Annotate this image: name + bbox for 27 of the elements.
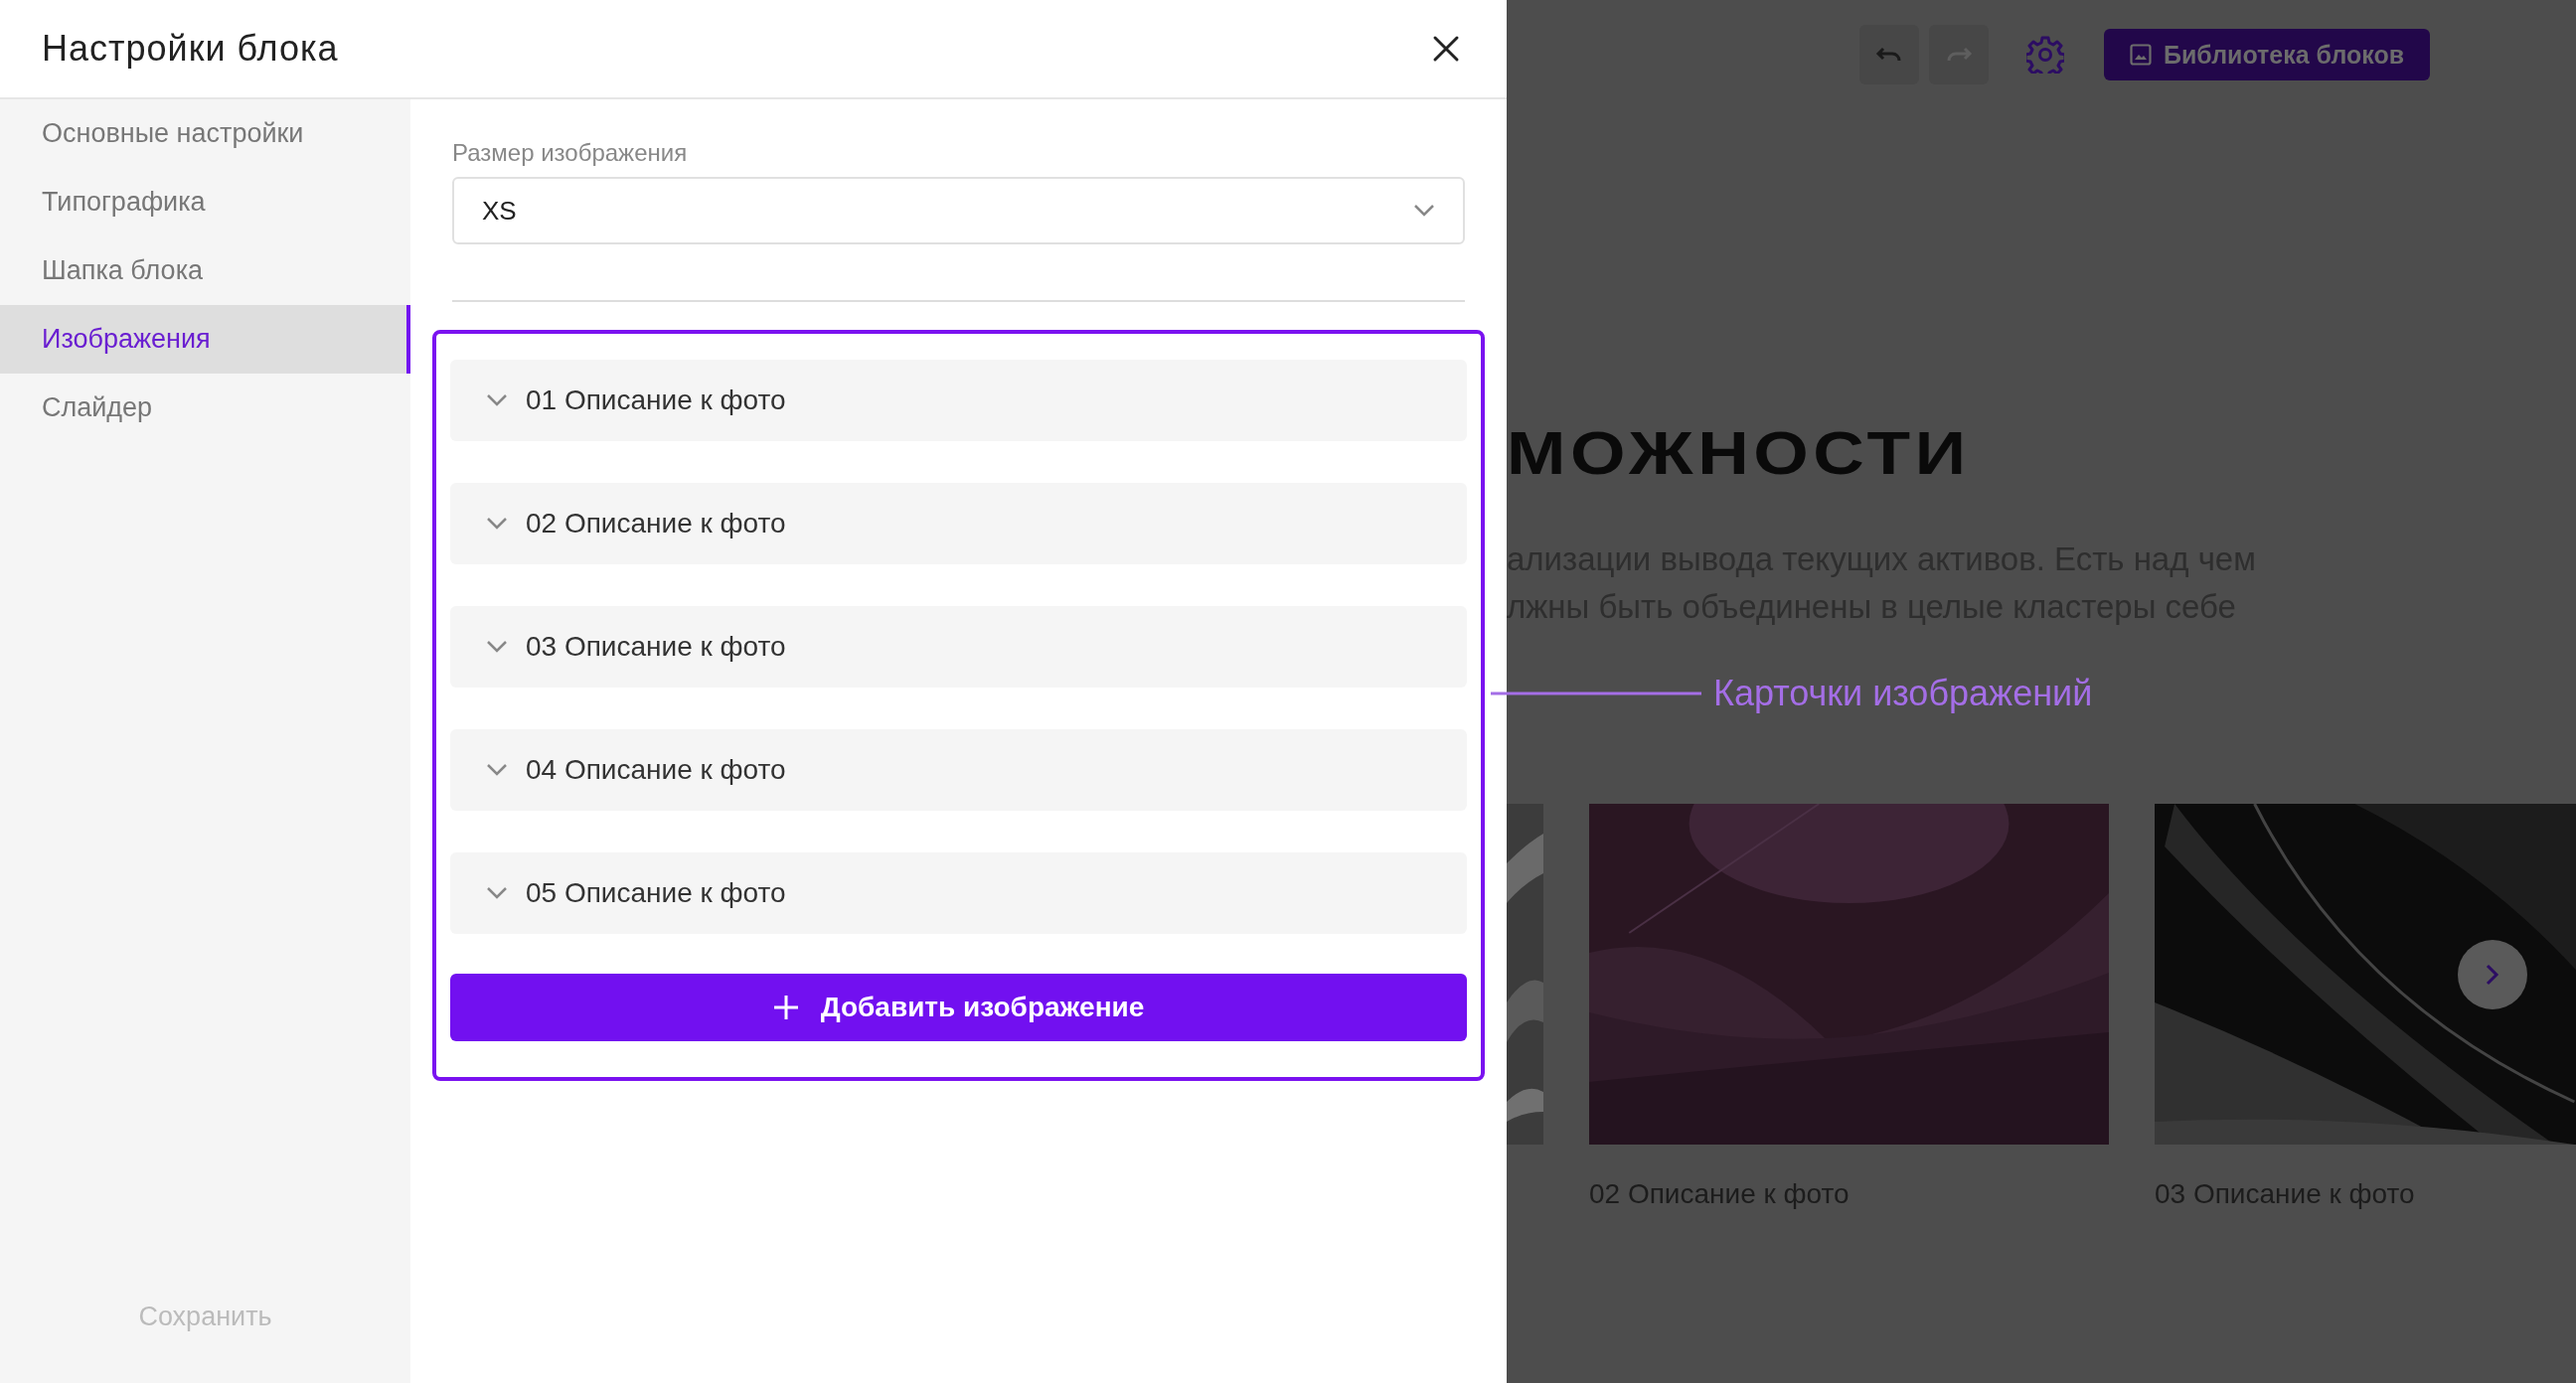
- image-card-row[interactable]: 02 Описание к фото: [450, 483, 1467, 564]
- image-card-row[interactable]: 04 Описание к фото: [450, 729, 1467, 811]
- add-image-button[interactable]: Добавить изображение: [450, 974, 1467, 1041]
- section-heading: МОЖНОСТИ: [1507, 422, 1971, 484]
- sidebar-item[interactable]: Изображения: [0, 305, 410, 374]
- chevron-down-icon: [486, 640, 508, 654]
- chevron-down-icon: [486, 517, 508, 531]
- dialog-title: Настройки блока: [42, 28, 339, 70]
- undo-icon[interactable]: [1859, 25, 1919, 84]
- annotation-label: Карточки изображений: [1713, 673, 2093, 714]
- settings-icon[interactable]: [2026, 36, 2064, 74]
- chevron-down-icon: [486, 886, 508, 900]
- chevron-down-icon: [486, 393, 508, 407]
- field-label: Размер изображения: [452, 139, 689, 167]
- sidebar-item[interactable]: Основные настройки: [0, 99, 410, 168]
- plus-icon: [772, 995, 799, 1020]
- sidebar-item[interactable]: Шапка блока: [0, 236, 410, 305]
- chevron-down-icon: [1413, 204, 1435, 218]
- image-card-row[interactable]: 03 Описание к фото: [450, 606, 1467, 688]
- image-card-row[interactable]: 05 Описание к фото: [450, 852, 1467, 934]
- size-dropdown[interactable]: XS: [452, 177, 1465, 244]
- image-card-row[interactable]: 01 Описание к фото: [450, 360, 1467, 441]
- sidebar-item[interactable]: Слайдер: [0, 374, 410, 442]
- sidebar-item[interactable]: Типографика: [0, 168, 410, 236]
- chevron-down-icon: [486, 763, 508, 777]
- chevron-right-icon: [2486, 964, 2499, 986]
- image-icon: [2130, 44, 2152, 66]
